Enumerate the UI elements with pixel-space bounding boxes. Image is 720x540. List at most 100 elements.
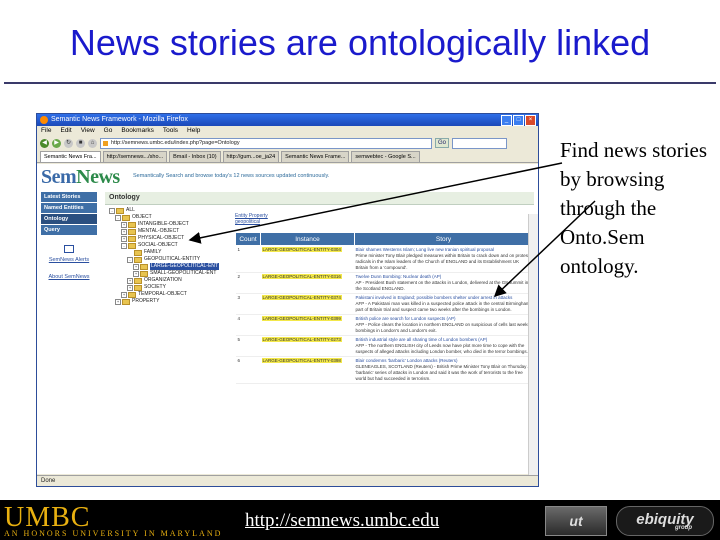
tree-node[interactable]: - SOCIAL-OBJECT bbox=[109, 242, 229, 249]
menu-bookmarks[interactable]: Bookmarks bbox=[121, 126, 154, 136]
tree-node-label: INTANGIBLE-OBJECT bbox=[138, 221, 189, 227]
close-icon[interactable]: × bbox=[525, 115, 536, 126]
column-story[interactable]: Story bbox=[354, 232, 533, 246]
results-heading[interactable]: Entity Property geopolitical bbox=[235, 213, 268, 225]
title-divider bbox=[4, 82, 716, 84]
expand-icon[interactable]: + bbox=[121, 235, 127, 242]
nav-latest-stories[interactable]: Latest Stories bbox=[41, 192, 97, 202]
home-icon[interactable]: ⌂ bbox=[88, 138, 97, 148]
expand-icon[interactable]: + bbox=[121, 221, 127, 228]
vertical-scrollbar[interactable] bbox=[528, 214, 538, 486]
folder-icon bbox=[122, 298, 130, 305]
about-link[interactable]: About SemNews bbox=[41, 274, 97, 281]
tree-node[interactable]: + SOCIETY bbox=[109, 284, 229, 291]
tree-node[interactable]: + ORGANIZATION bbox=[109, 277, 229, 284]
table-row: 2 LARGE-GEOPOLITICAL-ENTITY-0316 Twelve Du… bbox=[235, 272, 533, 294]
maximize-icon[interactable]: □ bbox=[513, 115, 524, 126]
browser-titlebar: Semantic News Framework - Mozilla Firefo… bbox=[37, 114, 538, 126]
semnews-logo[interactable]: SemNews bbox=[41, 166, 120, 189]
panel-title: Ontology bbox=[105, 192, 534, 205]
expand-icon[interactable]: + bbox=[121, 228, 127, 235]
nav-named-entities[interactable]: Named Entities bbox=[41, 203, 97, 213]
tree-node[interactable]: + INTANGIBLE-OBJECT bbox=[109, 221, 229, 228]
footer-url[interactable]: http://semnews.umbc.edu bbox=[245, 510, 439, 532]
menu-help[interactable]: Help bbox=[187, 126, 200, 136]
count-cell: 1 bbox=[235, 245, 261, 273]
url-bar[interactable]: http://semnews.umbc.edu/index.php?page=O… bbox=[100, 137, 432, 149]
reload-icon[interactable]: ↻ bbox=[64, 138, 73, 148]
forward-icon[interactable]: ▶ bbox=[52, 138, 61, 148]
instance-cell: LARGE-GEOPOLITICAL-ENTITY-0273 bbox=[260, 335, 355, 357]
tree-node-label: TEMPORAL-OBJECT bbox=[138, 291, 187, 297]
ontology-tree: - ALL - OBJECT + INTANGIBLE-OBJECT + MENTAL-OBJ… bbox=[109, 207, 229, 305]
tab-gum[interactable]: http://gum...oe_ja24 bbox=[222, 151, 280, 162]
folder-icon bbox=[128, 228, 136, 235]
folder-icon bbox=[128, 221, 136, 228]
table-row: 1 LARGE-GEOPOLITICAL-ENTITY-0304 Blair sha… bbox=[235, 245, 533, 273]
collapse-icon[interactable]: - bbox=[115, 214, 121, 221]
search-input[interactable] bbox=[452, 137, 508, 149]
tree-node[interactable]: + SMALL-GEOPOLITICAL-ENT bbox=[109, 270, 229, 277]
expand-icon[interactable]: + bbox=[121, 291, 127, 298]
collapse-icon[interactable]: - bbox=[109, 207, 115, 214]
menu-edit[interactable]: Edit bbox=[60, 126, 71, 136]
menu-bar: File Edit View Go Bookmarks Tools Help bbox=[37, 126, 538, 136]
tree-node[interactable]: + PROPERTY bbox=[109, 298, 229, 305]
menu-view[interactable]: View bbox=[81, 126, 95, 136]
alerts-link[interactable]: SemNews Alerts bbox=[41, 257, 97, 264]
nav-ontology[interactable]: Ontology bbox=[41, 214, 97, 224]
tab-semantic-news[interactable]: Semantic News Fra... bbox=[40, 151, 101, 162]
tree-node[interactable]: + MENTAL-OBJECT bbox=[109, 228, 229, 235]
instance-cell: LARGE-GEOPOLITICAL-ENTITY-0374 bbox=[260, 293, 355, 315]
tab-google-search[interactable]: semwebtec - Google S... bbox=[351, 151, 420, 162]
tree-node-label: MENTAL-OBJECT bbox=[138, 228, 180, 234]
instance-link[interactable]: LARGE-GEOPOLITICAL-ENTITY-0304 bbox=[261, 247, 342, 252]
firefox-icon bbox=[40, 116, 48, 124]
table-row: 3 LARGE-GEOPOLITICAL-ENTITY-0374 Pakistani… bbox=[235, 293, 533, 315]
ut-logo: ut bbox=[545, 506, 607, 536]
expand-icon[interactable]: + bbox=[127, 277, 133, 284]
folder-icon bbox=[134, 284, 142, 291]
tree-node-label: ORGANIZATION bbox=[144, 277, 182, 283]
instance-link[interactable]: LARGE-GEOPOLITICAL-ENTITY-0273 bbox=[261, 337, 342, 342]
back-icon[interactable]: ◀ bbox=[40, 138, 49, 148]
instance-link[interactable]: LARGE-GEOPOLITICAL-ENTITY-0399 bbox=[261, 316, 342, 321]
tree-node[interactable]: + LARGE-GEOPOLITICAL-ENT bbox=[109, 263, 229, 270]
story-text: AFP - A Pakistani man was killed in a su… bbox=[355, 301, 532, 312]
minimize-icon[interactable]: _ bbox=[501, 115, 512, 126]
tree-node[interactable]: - OBJECT bbox=[109, 214, 229, 221]
tree-node[interactable]: FAMILY bbox=[109, 249, 229, 256]
menu-file[interactable]: File bbox=[41, 126, 51, 136]
mail-icon[interactable] bbox=[64, 245, 74, 253]
story-cell: British industrial style are all sharing… bbox=[354, 335, 533, 357]
tab-semantic-news-2[interactable]: Semantic News Frame... bbox=[281, 151, 350, 162]
expand-icon[interactable]: + bbox=[115, 298, 121, 305]
tree-node[interactable]: + PHYSICAL-OBJECT bbox=[109, 235, 229, 242]
tree-node-label: GEOPOLITICAL-ENTITY bbox=[144, 256, 201, 262]
instance-link[interactable]: LARGE-GEOPOLITICAL-ENTITY-0374 bbox=[261, 295, 342, 300]
tree-node-label: SMALL-GEOPOLITICAL-ENT bbox=[150, 270, 217, 276]
menu-go[interactable]: Go bbox=[104, 126, 113, 136]
instance-link[interactable]: LARGE-GEOPOLITICAL-ENTITY-0316 bbox=[261, 274, 342, 279]
instance-link[interactable]: LARGE-GEOPOLITICAL-ENTITY-0398 bbox=[261, 358, 342, 363]
tab-semnews-show[interactable]: http://semnews.../sho... bbox=[102, 151, 168, 162]
menu-tools[interactable]: Tools bbox=[163, 126, 178, 136]
tree-node[interactable]: + TEMPORAL-OBJECT bbox=[109, 291, 229, 298]
stop-icon[interactable]: ■ bbox=[76, 138, 85, 148]
column-instance[interactable]: Instance bbox=[260, 232, 355, 246]
expand-icon[interactable]: + bbox=[133, 263, 139, 270]
expand-icon[interactable]: + bbox=[133, 270, 139, 277]
tree-node-label: FAMILY bbox=[144, 249, 162, 255]
folder-icon bbox=[128, 235, 136, 242]
folder-icon bbox=[134, 256, 142, 263]
tree-node[interactable]: - GEOPOLITICAL-ENTITY bbox=[109, 256, 229, 263]
column-count[interactable]: Count bbox=[235, 232, 261, 246]
tab-inbox[interactable]: Bmail - Inbox (10) bbox=[169, 151, 221, 162]
nav-query[interactable]: Query bbox=[41, 225, 97, 235]
go-button[interactable]: Go bbox=[435, 138, 450, 148]
expand-icon[interactable]: + bbox=[127, 284, 133, 291]
collapse-icon[interactable]: - bbox=[127, 256, 133, 263]
tree-node[interactable]: - ALL bbox=[109, 207, 229, 214]
collapse-icon[interactable]: - bbox=[121, 242, 127, 249]
story-text: Prime minister Tony Blair pledged measur… bbox=[355, 253, 530, 270]
